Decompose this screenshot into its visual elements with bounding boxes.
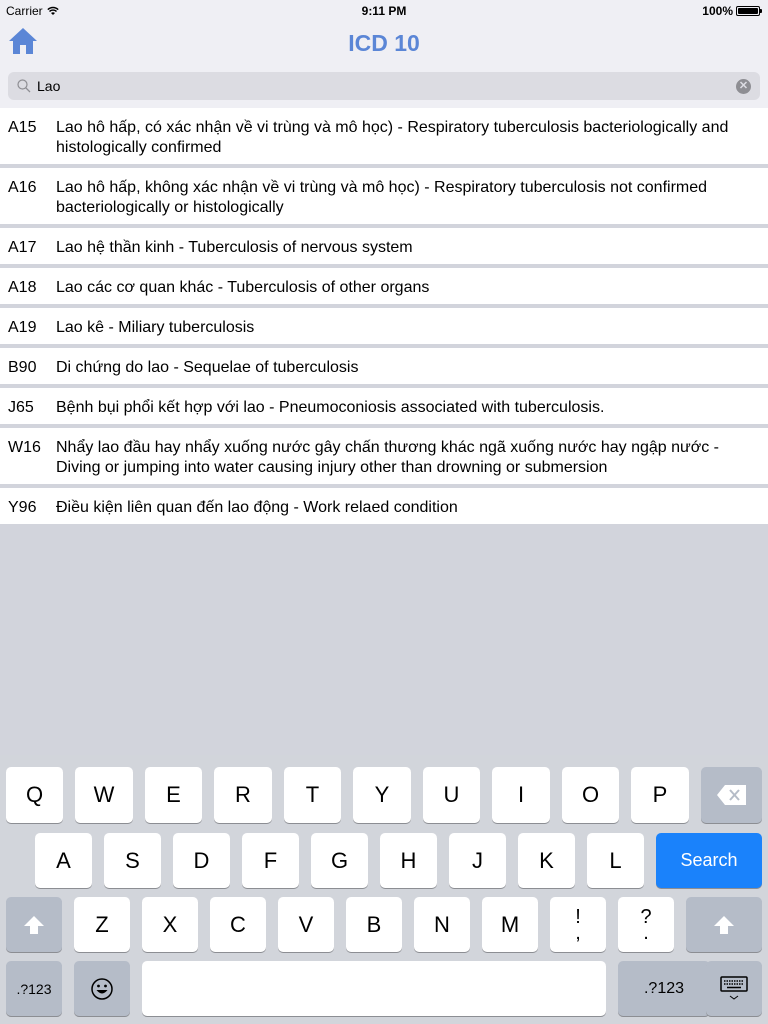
key-s[interactable]: S [104,833,161,888]
space-key[interactable] [142,961,606,1016]
key-o[interactable]: O [562,767,619,823]
icd-description: Điều kiện liên quan đến lao động - Work … [56,499,458,516]
key-c[interactable]: C [210,897,266,952]
list-item[interactable]: W16 Nhẩy lao đầu hay nhẩy xuống nước gây … [0,428,768,484]
key-h[interactable]: H [380,833,437,888]
list-item[interactable]: A19 Lao kê - Miliary tuberculosis [0,308,768,344]
key-f[interactable]: F [242,833,299,888]
numbers-key-left[interactable]: .?123 [6,961,62,1016]
key-z[interactable]: Z [74,897,130,952]
search-input[interactable] [37,78,736,94]
list-item[interactable]: A17 Lao hệ thần kinh - Tuberculosis of ne… [0,228,768,264]
icd-description: Bệnh bụi phổi kết hợp với lao - Pneumoco… [56,399,605,416]
key-e[interactable]: E [145,767,202,823]
search-field[interactable]: ✕ [8,72,760,100]
key-j[interactable]: J [449,833,506,888]
key-y[interactable]: Y [353,767,411,823]
icd-code: A17 [8,239,37,256]
icd-code: A15 [8,119,37,136]
battery-status: 100% [702,4,762,18]
icd-description: Lao kê - Miliary tuberculosis [56,319,255,336]
numbers-key-right[interactable]: .?123 [618,961,710,1016]
key-g[interactable]: G [311,833,368,888]
clear-icon: ✕ [738,79,749,92]
icd-description: Lao các cơ quan khác - Tuberculosis of o… [56,279,430,296]
icd-code: Y96 [8,499,37,516]
page-title: ICD 10 [348,30,420,56]
battery-percent: 100% [702,4,733,18]
key-bottom-char: . [643,921,649,944]
key-q[interactable]: Q [6,767,63,823]
icd-code: A19 [8,319,37,336]
shift-key-right[interactable] [686,897,762,952]
results-list: A15 Lao hô hấp, có xác nhận về vi trùng v… [0,108,768,528]
list-item[interactable]: B90 Di chứng do lao - Sequelae of tubercu… [0,348,768,384]
keyboard-dismiss-icon [720,975,748,1000]
key-r[interactable]: R [214,767,272,823]
status-bar: Carrier 9:11 PM 100% [0,0,768,22]
key-i[interactable]: I [492,767,550,823]
icd-description: Lao hệ thần kinh - Tuberculosis of nervo… [56,239,413,256]
icd-code: B90 [8,359,37,376]
key-exclaim-comma[interactable]: !, [550,897,606,952]
key-p[interactable]: P [631,767,689,823]
icd-code: W16 [8,439,41,456]
list-item[interactable]: J65 Bệnh bụi phổi kết hợp với lao - Pneum… [0,388,768,424]
navigation-bar: ICD 10 [0,22,768,66]
list-item[interactable]: Y96 Điều kiện liên quan đến lao động - Wo… [0,488,768,524]
key-u[interactable]: U [423,767,480,823]
dismiss-keyboard-key[interactable] [706,961,762,1016]
icd-description: Lao hô hấp, có xác nhận về vi trùng và m… [56,119,729,156]
key-d[interactable]: D [173,833,230,888]
key-question-period[interactable]: ?. [618,897,674,952]
list-item[interactable]: A15 Lao hô hấp, có xác nhận về vi trùng v… [0,108,768,164]
key-b[interactable]: B [346,897,402,952]
icd-description: Nhẩy lao đầu hay nhẩy xuống nước gây chấ… [56,439,719,476]
key-t[interactable]: T [284,767,341,823]
key-n[interactable]: N [414,897,470,952]
icd-code: A16 [8,179,37,196]
keyboard: Q W E R T Y U I O P A S D F G H J K L Se… [0,755,768,1024]
key-l[interactable]: L [587,833,644,888]
key-bottom-char: , [575,921,581,944]
shift-icon [714,915,734,934]
emoji-icon [91,977,113,1000]
key-a[interactable]: A [35,833,92,888]
key-m[interactable]: M [482,897,538,952]
key-k[interactable]: K [518,833,575,888]
icd-code: A18 [8,279,37,296]
key-w[interactable]: W [75,767,133,823]
icd-description: Lao hô hấp, không xác nhận về vi trùng v… [56,179,708,216]
search-key[interactable]: Search [656,833,762,888]
key-x[interactable]: X [142,897,198,952]
list-item[interactable]: A18 Lao các cơ quan khác - Tuberculosis o… [0,268,768,304]
backspace-icon [716,785,746,805]
clear-search-button[interactable]: ✕ [736,78,751,94]
backspace-key[interactable] [701,767,762,823]
emoji-key[interactable] [74,961,130,1016]
icd-description: Di chứng do lao - Sequelae of tuberculos… [56,359,359,376]
list-item[interactable]: A16 Lao hô hấp, không xác nhận về vi trùn… [0,168,768,224]
icd-code: J65 [8,399,34,416]
battery-icon [736,6,762,16]
clock: 9:11 PM [361,4,407,18]
shift-icon [24,915,44,934]
shift-key-left[interactable] [6,897,62,952]
search-bar: ✕ [0,66,768,108]
key-v[interactable]: V [278,897,334,952]
search-icon [17,79,31,93]
